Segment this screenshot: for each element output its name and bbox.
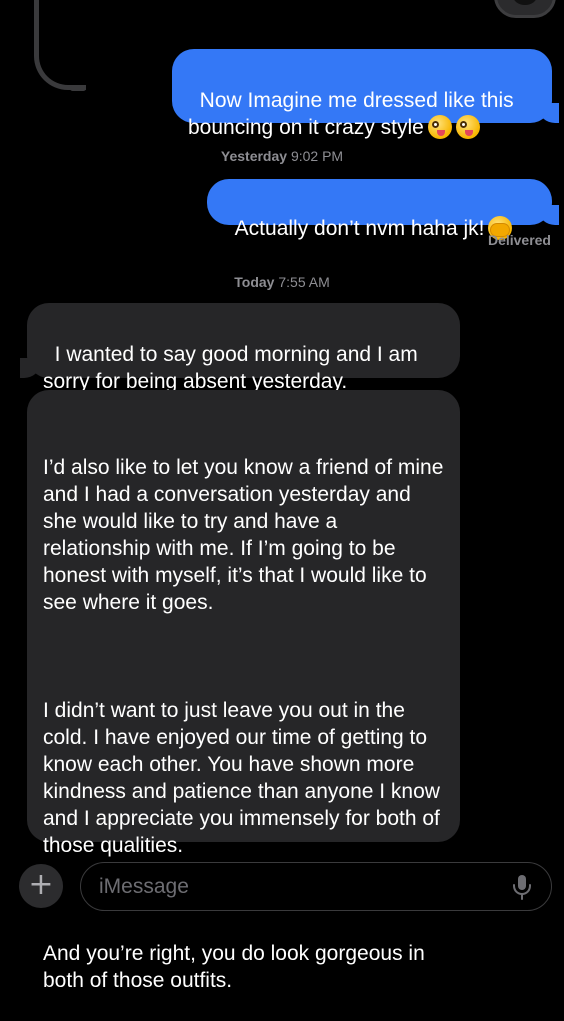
- message-text: Actually don’t nvm haha jk!: [234, 217, 485, 240]
- message-paragraph: I’d also like to let you know a friend o…: [43, 456, 450, 614]
- timestamp-divider: Yesterday 9:02 PM: [0, 148, 564, 164]
- timestamp-divider: Today 7:55 AM: [0, 274, 564, 290]
- plus-icon: +: [28, 867, 54, 902]
- bubble-tail: [539, 205, 564, 225]
- message-text: I wanted to say good morning and I am so…: [43, 343, 424, 393]
- message-input[interactable]: [80, 862, 552, 911]
- bubble-tail: [10, 358, 40, 378]
- message-paragraph: I didn’t want to just leave you out in t…: [43, 699, 446, 857]
- partial-attachment-thumbnail[interactable]: [494, 0, 556, 18]
- microphone-icon[interactable]: [508, 874, 536, 900]
- partial-image-edge: [70, 86, 86, 91]
- add-attachment-button[interactable]: +: [19, 864, 63, 908]
- message-paragraph: And you’re right, you do look gorgeous i…: [43, 942, 431, 992]
- timestamp-time: 7:55 AM: [278, 274, 330, 290]
- incoming-message[interactable]: I’d also like to let you know a friend o…: [27, 390, 460, 992]
- outgoing-message[interactable]: Actually don’t nvm haha jk!: [207, 179, 564, 240]
- incoming-message[interactable]: I wanted to say good morning and I am so…: [10, 303, 460, 393]
- bubble-tail: [539, 103, 564, 123]
- timestamp-day: Today: [234, 274, 275, 290]
- zany-face-emoji-icon: [427, 115, 452, 139]
- zany-face-emoji-icon: [455, 115, 480, 139]
- delivered-status: Delivered: [487, 232, 551, 248]
- outgoing-message[interactable]: Now Imagine me dressed like this bouncin…: [172, 49, 564, 139]
- partial-image-frame: [34, 0, 86, 90]
- timestamp-time: 9:02 PM: [290, 148, 344, 164]
- timestamp-day: Yesterday: [220, 148, 288, 164]
